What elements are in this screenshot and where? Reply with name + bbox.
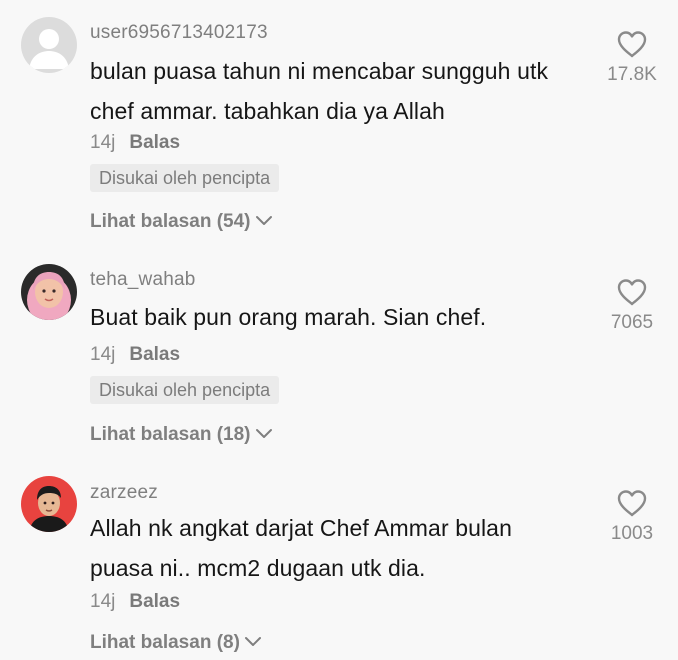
- timestamp: 14j: [90, 591, 116, 612]
- like-button[interactable]: 17.8K: [602, 30, 662, 86]
- comment-text: Buat baik pun orang marah. Sian chef.: [90, 304, 487, 330]
- view-replies-button[interactable]: Lihat balasan (18): [90, 424, 273, 446]
- heart-icon: [617, 31, 647, 58]
- liked-by-creator-badge: Disukai oleh pencipta: [90, 164, 280, 192]
- reply-button[interactable]: Balas: [129, 591, 180, 612]
- man-profile-photo-icon: [21, 476, 77, 532]
- view-replies-label: Lihat balasan (8): [90, 632, 240, 654]
- avatar[interactable]: [21, 476, 77, 532]
- comment-text: Allah nk angkat darjat Chef Ammar bulan …: [90, 515, 512, 581]
- view-replies-label: Lihat balasan (54): [90, 211, 251, 233]
- comment-list: user6956713402173 bulan puasa tahun ni m…: [0, 0, 678, 660]
- view-replies-button[interactable]: Lihat balasan (54): [90, 211, 273, 233]
- like-button[interactable]: 1003: [602, 489, 662, 545]
- reply-button[interactable]: Balas: [129, 132, 180, 153]
- username[interactable]: teha_wahab: [90, 269, 196, 291]
- timestamp: 14j: [90, 132, 116, 153]
- like-count: 17.8K: [607, 64, 657, 85]
- avatar[interactable]: [21, 264, 77, 320]
- liked-by-creator-badge: Disukai oleh pencipta: [90, 376, 280, 404]
- reply-button[interactable]: Balas: [129, 344, 180, 365]
- default-avatar-icon: [21, 17, 77, 73]
- heart-icon: [617, 490, 647, 517]
- comment-meta: 14j Balas: [90, 591, 180, 613]
- chevron-down-icon: [255, 424, 273, 446]
- view-replies-button[interactable]: Lihat balasan (8): [90, 632, 262, 654]
- heart-icon: [617, 279, 647, 306]
- hijab-profile-photo-icon: [21, 264, 77, 320]
- view-replies-label: Lihat balasan (18): [90, 424, 251, 446]
- timestamp: 14j: [90, 344, 116, 365]
- comment-text: bulan puasa tahun ni mencabar sungguh ut…: [90, 58, 549, 124]
- chevron-down-icon: [244, 632, 262, 654]
- like-button[interactable]: 7065: [602, 278, 662, 334]
- like-count: 7065: [610, 312, 654, 333]
- comment-meta: 14j Balas: [90, 132, 180, 154]
- comment-meta: 14j Balas: [90, 344, 180, 366]
- like-count: 1003: [610, 523, 654, 544]
- chevron-down-icon: [255, 211, 273, 233]
- avatar[interactable]: [21, 17, 77, 73]
- username[interactable]: zarzeez: [90, 482, 158, 504]
- username[interactable]: user6956713402173: [90, 22, 268, 44]
